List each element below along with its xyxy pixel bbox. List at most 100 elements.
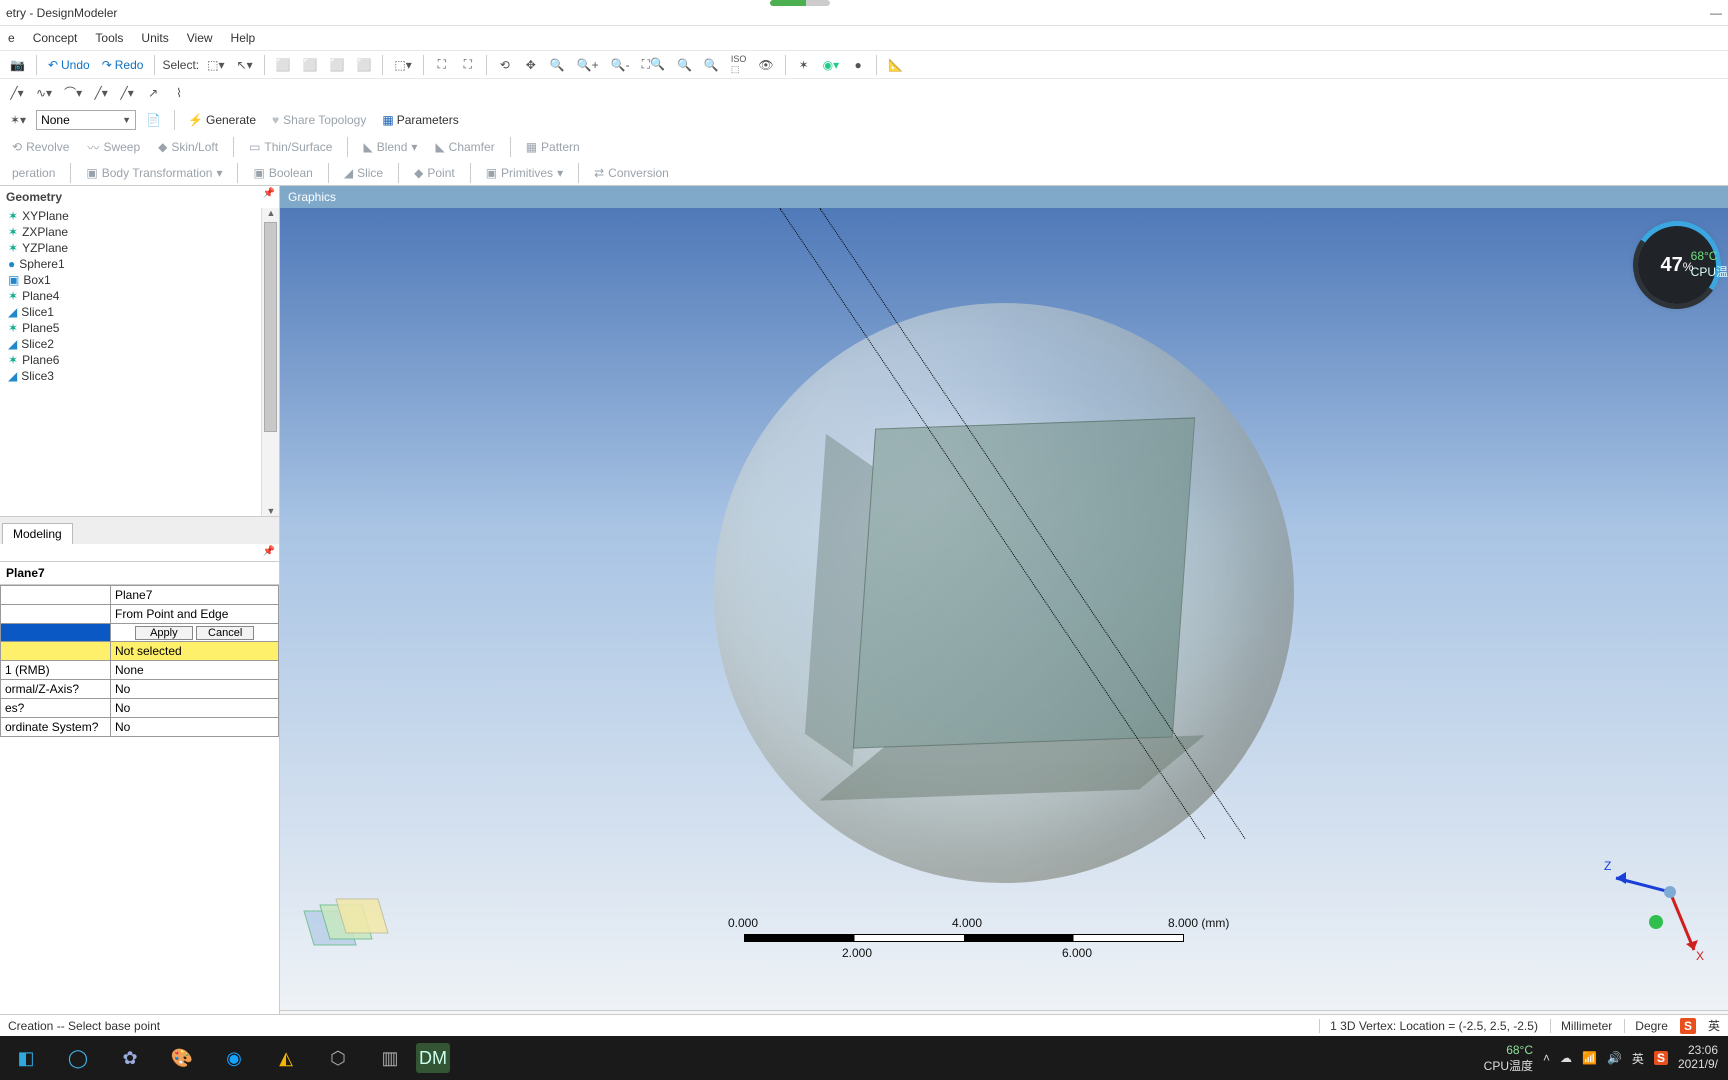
zoom-sheet-icon[interactable]: 🔍 [673, 54, 696, 76]
zoom-in-icon[interactable]: 🔍+ [573, 54, 603, 76]
sketch-icon[interactable]: 📄 [142, 109, 165, 131]
ime-lang[interactable]: 英 [1708, 1017, 1720, 1034]
sel-edge-icon[interactable]: ⬜ [299, 54, 322, 76]
skin-loft-button[interactable]: ◆ Skin/Loft [152, 138, 224, 156]
redo-button[interactable]: ↷ Redo [98, 54, 148, 76]
curve-tool-icon[interactable]: ⌇ [168, 82, 190, 104]
line4-tool-icon[interactable]: ↗ [142, 82, 164, 104]
tree-item-box1[interactable]: ▣ Box1 [6, 272, 279, 288]
det-v6[interactable]: No [111, 699, 279, 718]
tray-clock[interactable]: 23:06 2021/9/ [1678, 1044, 1718, 1072]
menu-units[interactable]: Units [141, 31, 168, 45]
tree-item-plane4[interactable]: ✶ Plane4 [6, 288, 279, 304]
axis-triad[interactable]: Z X [1598, 852, 1708, 962]
tab-modeling[interactable]: Modeling [2, 523, 73, 544]
conversion-button[interactable]: ⇄ Conversion [588, 164, 675, 182]
det-v0[interactable]: Plane7 [111, 586, 279, 605]
tree-item-slice2[interactable]: ◢ Slice2 [6, 336, 279, 352]
slice-button[interactable]: ◢ Slice [338, 164, 389, 182]
det-v7[interactable]: No [111, 718, 279, 737]
look-at-icon[interactable]: 👁 [754, 54, 777, 76]
taskbar-app-dm[interactable]: DM [416, 1043, 450, 1073]
menu-help[interactable]: Help [231, 31, 256, 45]
menu-view[interactable]: View [187, 31, 213, 45]
primitives-button[interactable]: ▣ Primitives ▾ [480, 164, 569, 182]
taskbar-app-ansys[interactable]: ◭ [260, 1036, 312, 1080]
zoom-box-icon[interactable]: 🔍 [546, 54, 569, 76]
extend-sel2-icon[interactable]: ⛶ [457, 54, 479, 76]
tree-item-slice3[interactable]: ◢ Slice3 [6, 368, 279, 384]
tray-cloud-icon[interactable]: ☁ [1560, 1051, 1572, 1065]
arrow-cursor-icon[interactable]: ↖▾ [233, 54, 257, 76]
thin-surface-button[interactable]: ▭ Thin/Surface [243, 138, 338, 156]
line3-tool-icon[interactable]: ╱▾ [116, 82, 138, 104]
ime-badge[interactable]: S [1680, 1018, 1696, 1034]
pin-icon[interactable]: 📌 [263, 546, 275, 557]
cube-body[interactable] [853, 417, 1195, 748]
plane-widget[interactable] [294, 899, 384, 972]
tree-item-sphere1[interactable]: ● Sphere1 [6, 256, 279, 272]
det-v4[interactable]: None [111, 661, 279, 680]
undo-button[interactable]: ↶ Undo [44, 54, 94, 76]
display-plane-icon[interactable]: ✶ [793, 54, 815, 76]
extend-sel-icon[interactable]: ⛶ [431, 54, 453, 76]
tree-item-xyplane[interactable]: ✶ XYPlane [6, 208, 279, 224]
sel-vertex-icon[interactable]: ⬜ [272, 54, 295, 76]
ruler-icon[interactable]: 📐 [884, 54, 907, 76]
spline-tool-icon[interactable]: ∿▾ [32, 82, 56, 104]
taskbar-app-5[interactable]: ◉ [208, 1036, 260, 1080]
rotate-icon[interactable]: ⟲ [494, 54, 516, 76]
taskbar-app-3[interactable]: ✿ [104, 1036, 156, 1080]
tree-scrollbar[interactable]: ▲ ▼ [261, 208, 279, 516]
taskbar-app-8[interactable]: ▥ [364, 1036, 416, 1080]
sweep-button[interactable]: 〰 Sweep [81, 137, 146, 158]
display-model-icon[interactable]: ◉▾ [819, 54, 844, 76]
blend-button[interactable]: ◣ Blend ▾ [357, 138, 423, 156]
tray-volume-icon[interactable]: 🔊 [1607, 1051, 1622, 1065]
operation-button[interactable]: peration [6, 164, 61, 182]
line2-tool-icon[interactable]: ╱▾ [90, 82, 112, 104]
minimize-button[interactable]: — [1710, 6, 1722, 20]
magnifier-icon[interactable]: 🔍 [700, 54, 723, 76]
chamfer-button[interactable]: ◣ Chamfer [429, 138, 500, 156]
menu-file[interactable]: e [8, 31, 15, 45]
line-tool-icon[interactable]: ╱▾ [6, 82, 28, 104]
display-points-icon[interactable]: ● [847, 54, 869, 76]
sel-face-icon[interactable]: ⬜ [326, 54, 349, 76]
taskbar-app-edge[interactable]: ◯ [52, 1036, 104, 1080]
det-v3[interactable]: Not selected [111, 642, 279, 661]
det-v5[interactable]: No [111, 680, 279, 699]
parameters-button[interactable]: ▦ Parameters [378, 109, 462, 131]
tray-wifi-icon[interactable]: 📶 [1582, 1051, 1597, 1065]
sel-body-icon[interactable]: ⬜ [352, 54, 375, 76]
tree-item-plane5[interactable]: ✶ Plane5 [6, 320, 279, 336]
tray-ime[interactable]: 英 [1632, 1050, 1644, 1067]
camera-icon[interactable]: 📷 [6, 54, 29, 76]
tray-chevron-icon[interactable]: ˄ [1543, 1051, 1550, 1065]
iso-icon[interactable]: ISO⬚ [727, 54, 751, 76]
pattern-button[interactable]: ▦ Pattern [520, 138, 586, 156]
new-plane-icon[interactable]: ✶▾ [6, 109, 30, 131]
det-v1[interactable]: From Point and Edge [111, 605, 279, 624]
zoom-fit-icon[interactable]: ⛶🔍 [638, 54, 669, 76]
menu-tools[interactable]: Tools [95, 31, 123, 45]
boolean-button[interactable]: ▣ Boolean [247, 164, 318, 182]
plane-dropdown[interactable]: None▼ [36, 110, 136, 130]
taskbar-app-1[interactable]: ◧ [0, 1036, 52, 1080]
generate-button[interactable]: ⚡ Generate [184, 109, 260, 131]
menu-concept[interactable]: Concept [33, 31, 78, 45]
pin-icon[interactable]: 📌 [263, 188, 275, 199]
tree-item-yzplane[interactable]: ✶ YZPlane [6, 240, 279, 256]
apply-button[interactable]: Apply [135, 626, 193, 640]
box-select-icon[interactable]: ⬚▾ [390, 54, 415, 76]
body-transform-button[interactable]: ▣ Body Transformation ▾ [80, 164, 228, 182]
taskbar-app-7[interactable]: ⬡ [312, 1036, 364, 1080]
tree-item-plane6[interactable]: ✶ Plane6 [6, 352, 279, 368]
viewport[interactable]: 47% 68°C CPU温 0.000 4.000 8.000 (mm) 2.0… [280, 208, 1728, 1010]
cancel-button[interactable]: Cancel [196, 626, 254, 640]
cursor-icon[interactable]: ⬚▾ [203, 54, 228, 76]
tray-sogou-icon[interactable]: S [1654, 1051, 1668, 1065]
point-button[interactable]: ◆ Point [408, 164, 461, 182]
arc-tool-icon[interactable]: ⌒▾ [60, 82, 86, 104]
taskbar-app-4[interactable]: 🎨 [156, 1036, 208, 1080]
